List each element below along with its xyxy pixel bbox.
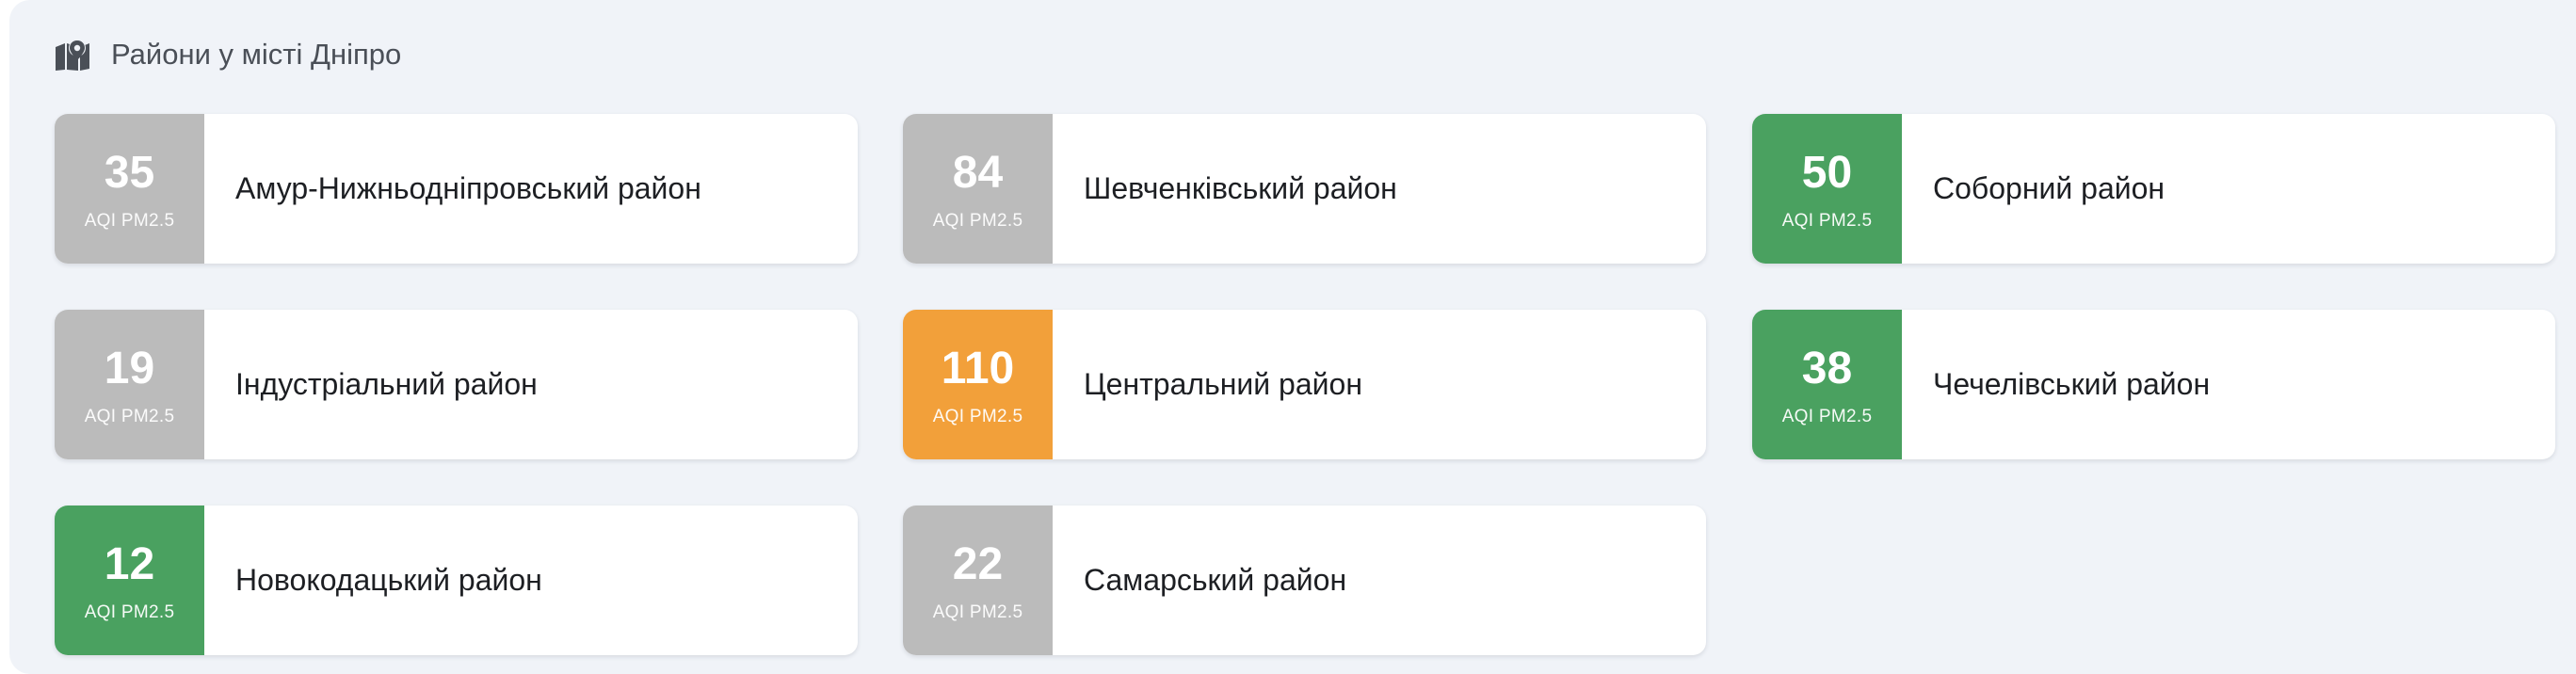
section-header: Райони у місті Дніпро [53,28,401,81]
aqi-badge: 110 AQI PM2.5 [903,310,1053,459]
district-card[interactable]: 38 AQI PM2.5 Чечелівський район [1752,310,2555,459]
district-card[interactable]: 35 AQI PM2.5 Амур-Нижньодніпровський рай… [55,114,858,264]
aqi-label: AQI PM2.5 [84,406,175,426]
district-name: Чечелівський район [1933,367,2211,401]
district-name: Індустріальний район [235,367,538,401]
aqi-value: 50 [1801,147,1853,198]
aqi-value: 12 [104,538,155,589]
district-card[interactable]: 50 AQI PM2.5 Соборний район [1752,114,2555,264]
district-name: Центральний район [1084,367,1362,401]
aqi-label: AQI PM2.5 [1781,210,1873,231]
aqi-badge: 22 AQI PM2.5 [903,506,1053,655]
aqi-value: 35 [104,147,155,198]
aqi-value: 22 [952,538,1004,589]
aqi-value: 84 [952,147,1004,198]
district-name: Новокодацький район [235,563,542,597]
aqi-value: 110 [941,343,1015,393]
district-name: Соборний район [1933,171,2165,205]
districts-panel: Райони у місті Дніпро 35 AQI PM2.5 Амур-… [9,0,2576,674]
district-card[interactable]: 110 AQI PM2.5 Центральний район [903,310,1706,459]
aqi-value: 38 [1801,343,1853,393]
district-name: Амур-Нижньодніпровський район [235,171,701,205]
aqi-label: AQI PM2.5 [932,406,1023,426]
district-name: Самарський район [1084,563,1347,597]
aqi-label: AQI PM2.5 [932,210,1023,231]
aqi-value: 19 [104,343,155,393]
district-card[interactable]: 22 AQI PM2.5 Самарський район [903,506,1706,655]
district-card[interactable]: 12 AQI PM2.5 Новокодацький район [55,506,858,655]
district-card[interactable]: 19 AQI PM2.5 Індустріальний район [55,310,858,459]
aqi-badge: 12 AQI PM2.5 [55,506,204,655]
aqi-badge: 84 AQI PM2.5 [903,114,1053,264]
aqi-label: AQI PM2.5 [84,602,175,622]
section-title: Райони у місті Дніпро [111,38,402,71]
aqi-badge: 38 AQI PM2.5 [1752,310,1902,459]
aqi-badge: 19 AQI PM2.5 [55,310,204,459]
aqi-badge: 50 AQI PM2.5 [1752,114,1902,264]
aqi-badge: 35 AQI PM2.5 [55,114,204,264]
aqi-label: AQI PM2.5 [932,602,1023,622]
district-name: Шевченківський район [1084,171,1397,205]
map-marker-icon [53,36,92,73]
aqi-label: AQI PM2.5 [1781,406,1873,426]
aqi-label: AQI PM2.5 [84,210,175,231]
district-card[interactable]: 84 AQI PM2.5 Шевченківський район [903,114,1706,264]
